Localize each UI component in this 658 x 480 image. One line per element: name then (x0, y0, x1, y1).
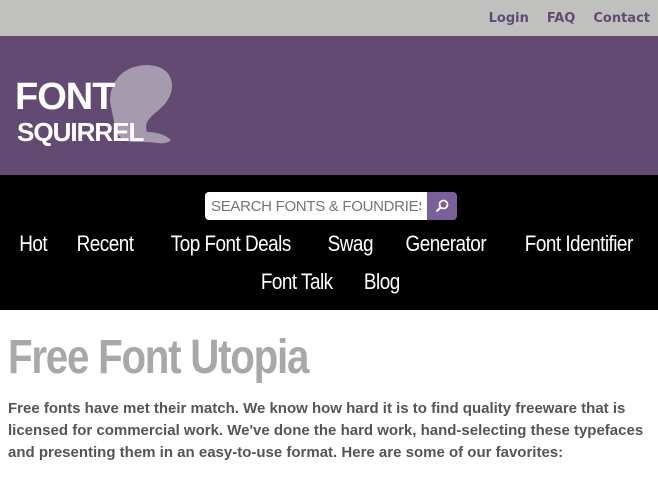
faq-link[interactable]: FAQ (547, 11, 576, 26)
nav-top-font-deals[interactable]: Top Font Deals (171, 231, 292, 257)
nav-row-1: Hot Recent Top Font Deals Swag Generator… (0, 231, 658, 257)
main-content: Free Font Utopia Free fonts have met the… (0, 310, 658, 464)
nav-blog[interactable]: Blog (364, 269, 400, 295)
search-button[interactable] (427, 192, 457, 220)
contact-link[interactable]: Contact (593, 11, 650, 26)
login-link[interactable]: Login (489, 11, 529, 26)
intro-text: Free fonts have met their match. We know… (8, 400, 644, 461)
page-title: Free Font Utopia (8, 331, 309, 384)
search-input[interactable] (205, 192, 427, 220)
font-squirrel-logo[interactable]: FONT SQUIRREL (15, 62, 175, 157)
nav-links: Hot Recent Top Font Deals Swag Generator… (0, 231, 658, 307)
logo-font-text: FONT (15, 76, 115, 118)
main-nav: Hot Recent Top Font Deals Swag Generator… (0, 175, 658, 310)
nav-swag[interactable]: Swag (327, 231, 373, 257)
nav-generator[interactable]: Generator (406, 231, 487, 257)
search-bar (205, 192, 457, 220)
search-icon (435, 199, 449, 213)
logo-squirrel-text: SQUIRREL (17, 117, 144, 147)
nav-recent[interactable]: Recent (77, 231, 134, 257)
nav-row-2: Font Talk Blog (0, 269, 658, 295)
top-bar: Login FAQ Contact (0, 0, 658, 36)
header-banner: FONT SQUIRREL (0, 36, 658, 175)
nav-font-talk[interactable]: Font Talk (261, 269, 333, 295)
nav-hot[interactable]: Hot (19, 231, 47, 257)
nav-font-identifier[interactable]: Font Identifier (525, 231, 633, 257)
